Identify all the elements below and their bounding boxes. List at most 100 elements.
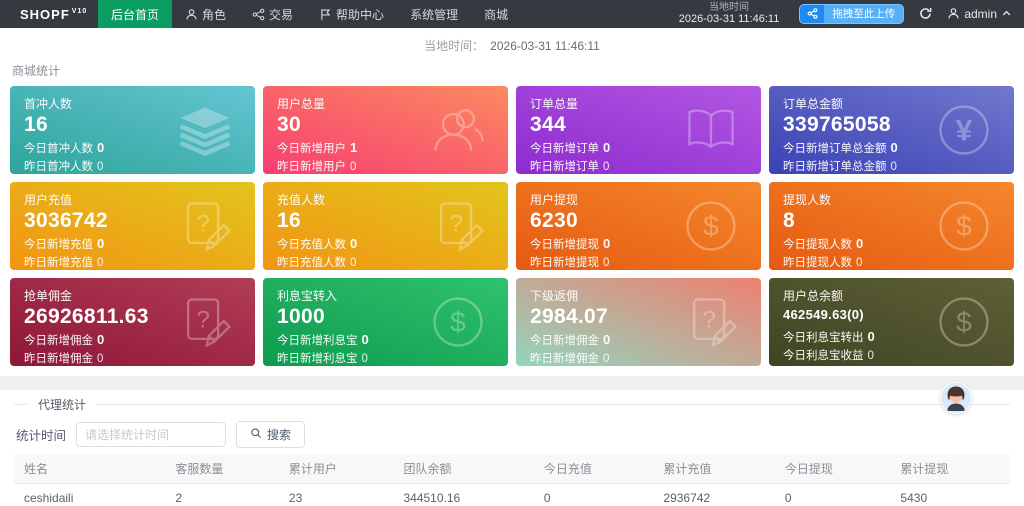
stat-time-input[interactable] [76,422,226,447]
navbar-right: 当地时间 2026-03-31 11:46:11 拖拽至此上传 admin [679,2,1024,26]
menu-item-label: 交易 [269,6,293,23]
agent-filter-row: 统计时间 搜索 [16,421,1010,448]
svg-text:$: $ [956,306,972,337]
table-cell: 344510.16 [393,484,533,506]
agent-section: 代理统计 统计时间 搜索 姓名客服数量累计用户团队余额今日充值累计充值今日提现累… [0,390,1024,506]
stats-grid: 首冲人数 16 今日首冲人数0 昨日首冲人数0 用户总量 30 今日新增用户1 … [10,86,1014,366]
table-header-cell: 今日充值 [534,454,654,484]
dollar-icon: $ [681,196,741,256]
share-icon [252,8,265,21]
stat-time-label: 统计时间 [16,425,66,444]
top-navbar: SHOPFV10 后台首页 角色 交易 帮助中心 系统管理 商城 [0,0,1024,28]
table-header-cell: 累计充值 [653,454,775,484]
local-time-label: 当地时间 [679,2,780,14]
upload-button[interactable]: 拖拽至此上传 [799,4,904,24]
local-time-bar: 当地时间： 2026-03-31 11:46:11 [10,28,1014,59]
note-icon: ? [681,292,741,352]
svg-text:¥: ¥ [956,114,973,147]
table-header-cell: 累计提现 [890,454,1010,484]
navbar-local-time: 当地时间 2026-03-31 11:46:11 [679,2,780,26]
stat-card: 充值人数 16 今日充值人数0 昨日充值人数0 ? [263,182,508,270]
stat-card-yesterday-line: 昨日首冲人数0 [24,158,241,174]
stats-section: 当地时间： 2026-03-31 11:46:11 商城统计 首冲人数 16 今日… [0,28,1024,376]
table-header-cell: 今日提现 [775,454,891,484]
table-row: ceshidaili223344510.160293674205430 [14,484,1010,506]
stat-card: 首冲人数 16 今日首冲人数0 昨日首冲人数0 [10,86,255,174]
stat-card: 抢单佣金 26926811.63 今日新增佣金0 昨日新增佣金0 ? [10,278,255,366]
stat-card: 订单总量 344 今日新增订单0 昨日新增订单0 [516,86,761,174]
logo-version: V10 [72,8,87,15]
book-icon [681,100,741,160]
menu-item-商城[interactable]: 商城 [471,0,521,28]
svg-text:$: $ [956,210,972,241]
table-cell: 5430 [890,484,1010,506]
agent-section-title: 代理统计 [28,396,96,413]
layers-icon [175,100,235,160]
refresh-icon[interactable] [918,6,933,21]
menu-item-label: 后台首页 [111,6,159,23]
svg-text:$: $ [450,306,466,337]
stat-card-yesterday-line: 昨日新增订单0 [530,158,747,174]
username: admin [964,7,997,21]
stat-card-yesterday-line: 昨日新增提现0 [530,254,747,270]
stat-card: 用户总量 30 今日新增用户1 昨日新增用户0 [263,86,508,174]
service-avatar[interactable] [940,382,972,414]
stat-card: 用户充值 3036742 今日新增充值0 昨日新增充值0 ? [10,182,255,270]
stat-card-yesterday-line: 昨日新增利息宝0 [277,350,494,366]
note-icon: ? [175,292,235,352]
agent-fieldset: 代理统计 统计时间 搜索 姓名客服数量累计用户团队余额今日充值累计充值今日提现累… [14,396,1010,506]
flag-icon [319,8,332,21]
stats-section-title: 商城统计 [12,62,1012,79]
menu-item-label: 商城 [484,6,508,23]
svg-text:$: $ [703,210,719,241]
user-icon [185,8,198,21]
upload-button-label: 拖拽至此上传 [824,6,903,21]
stat-card-yesterday-line: 昨日新增佣金0 [24,350,241,366]
time-bar-label: 当地时间： [424,39,484,53]
agent-table: 姓名客服数量累计用户团队余额今日充值累计充值今日提现累计提现 ceshidail… [14,454,1010,506]
stat-card-yesterday-line: 昨日新增订单总金额0 [783,158,1000,174]
menu-item-交易[interactable]: 交易 [239,0,306,28]
menu-item-后台首页[interactable]: 后台首页 [98,0,172,28]
table-body: ceshidaili223344510.160293674205430ceshi… [14,484,1010,506]
stat-card-yesterday-line: 昨日充值人数0 [277,254,494,270]
main-menu: 后台首页 角色 交易 帮助中心 系统管理 商城 [98,0,521,28]
menu-item-帮助中心[interactable]: 帮助中心 [306,0,397,28]
table-cell: 2 [165,484,279,506]
users-icon [428,100,488,160]
table-cell: 0 [534,484,654,506]
stat-card: 提现人数 8 今日提现人数0 昨日提现人数0 $ [769,182,1014,270]
stat-card: 下级返佣 2984.07 今日新增佣金0 昨日新增佣金0 ? [516,278,761,366]
logo-text: SHOPF [20,7,70,22]
share-upload-icon [800,5,824,23]
menu-item-label: 系统管理 [410,6,458,23]
stat-card-yesterday-line: 昨日新增充值0 [24,254,241,270]
dollar-icon: $ [934,292,994,352]
note-icon: ? [428,196,488,256]
user-menu[interactable]: admin [947,7,1012,21]
dollar-icon: $ [428,292,488,352]
time-bar-value: 2026-03-31 11:46:11 [490,39,600,53]
search-icon [250,427,262,442]
table-header-row: 姓名客服数量累计用户团队余额今日充值累计充值今日提现累计提现 [14,454,1010,484]
menu-item-系统管理[interactable]: 系统管理 [397,0,471,28]
stat-card: 用户提现 6230 今日新增提现0 昨日新增提现0 $ [516,182,761,270]
menu-item-label: 角色 [202,6,226,23]
stat-card-yesterday-line: 昨日新增佣金0 [530,350,747,366]
table-cell: ceshidaili [14,484,165,506]
menu-item-角色[interactable]: 角色 [172,0,239,28]
yen-icon: ¥ [934,100,994,160]
stat-card: 用户总余额 462549.63(0) 今日利息宝转出0 今日利息宝收益0 $ [769,278,1014,366]
svg-text:?: ? [702,307,716,334]
svg-text:?: ? [449,211,463,238]
search-button[interactable]: 搜索 [236,421,305,448]
stat-card-yesterday-line: 昨日提现人数0 [783,254,1000,270]
stat-card-yesterday-line: 昨日新增用户0 [277,158,494,174]
table-cell: 2936742 [653,484,775,506]
svg-text:?: ? [196,307,210,334]
table-header-cell: 累计用户 [279,454,394,484]
stat-card: 利息宝转入 1000 今日新增利息宝0 昨日新增利息宝0 $ [263,278,508,366]
search-button-label: 搜索 [267,426,291,443]
app-logo: SHOPFV10 [20,7,98,22]
table-header-cell: 团队余额 [393,454,533,484]
